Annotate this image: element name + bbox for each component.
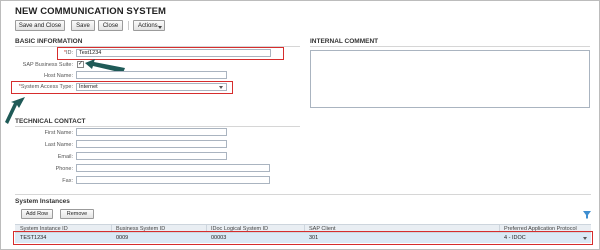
system-instances-heading: System Instances bbox=[15, 198, 70, 205]
window-frame: NEW COMMUNICATION SYSTEM Save and Close … bbox=[0, 0, 600, 250]
checkmark-icon: ✓ bbox=[78, 61, 84, 67]
filter-icon[interactable] bbox=[583, 211, 591, 219]
technical-contact-heading: TECHNICAL CONTACT bbox=[15, 118, 86, 125]
close-button[interactable]: Close bbox=[98, 20, 123, 31]
actions-menu-button[interactable]: Actions bbox=[133, 20, 165, 31]
section-divider bbox=[15, 126, 300, 127]
dropdown-caret-icon bbox=[158, 26, 162, 29]
save-and-close-button[interactable]: Save and Close bbox=[15, 20, 65, 31]
host-name-input[interactable] bbox=[76, 71, 227, 79]
page-title: NEW COMMUNICATION SYSTEM bbox=[15, 6, 167, 17]
last-name-label: Last Name: bbox=[44, 142, 73, 148]
actions-label: Actions bbox=[138, 22, 158, 29]
last-name-input[interactable] bbox=[76, 140, 227, 148]
id-label: *ID: bbox=[63, 50, 73, 56]
remove-button[interactable]: Remove bbox=[60, 209, 94, 219]
phone-input[interactable] bbox=[76, 164, 270, 172]
email-input[interactable] bbox=[76, 152, 227, 160]
dropdown-caret-icon bbox=[219, 86, 223, 89]
row-highlight-box bbox=[13, 231, 593, 245]
internal-comment-textarea[interactable] bbox=[310, 50, 590, 108]
system-access-type-value: Internet bbox=[79, 84, 98, 90]
email-label: Email: bbox=[57, 154, 73, 160]
first-name-label: First Name: bbox=[44, 130, 73, 136]
first-name-input[interactable] bbox=[76, 128, 227, 136]
save-button[interactable]: Save bbox=[71, 20, 95, 31]
fax-input[interactable] bbox=[76, 176, 270, 184]
add-row-button[interactable]: Add Row bbox=[21, 209, 53, 219]
id-input[interactable]: Test1234 bbox=[76, 49, 271, 57]
sap-business-suite-checkbox[interactable]: ✓ bbox=[77, 61, 84, 68]
fax-label: Fax: bbox=[62, 178, 73, 184]
section-divider bbox=[15, 194, 591, 195]
phone-label: Phone: bbox=[55, 166, 73, 172]
system-access-type-select[interactable]: Internet bbox=[76, 83, 227, 91]
basic-information-heading: BASIC INFORMATION bbox=[15, 38, 83, 45]
sap-business-suite-label: SAP Business Suite: bbox=[22, 62, 73, 68]
host-name-label: Host Name: bbox=[43, 73, 73, 79]
section-divider bbox=[310, 46, 590, 47]
internal-comment-heading: INTERNAL COMMENT bbox=[310, 38, 379, 45]
system-access-type-label: *System Access Type: bbox=[18, 84, 73, 90]
toolbar-separator bbox=[128, 21, 129, 30]
